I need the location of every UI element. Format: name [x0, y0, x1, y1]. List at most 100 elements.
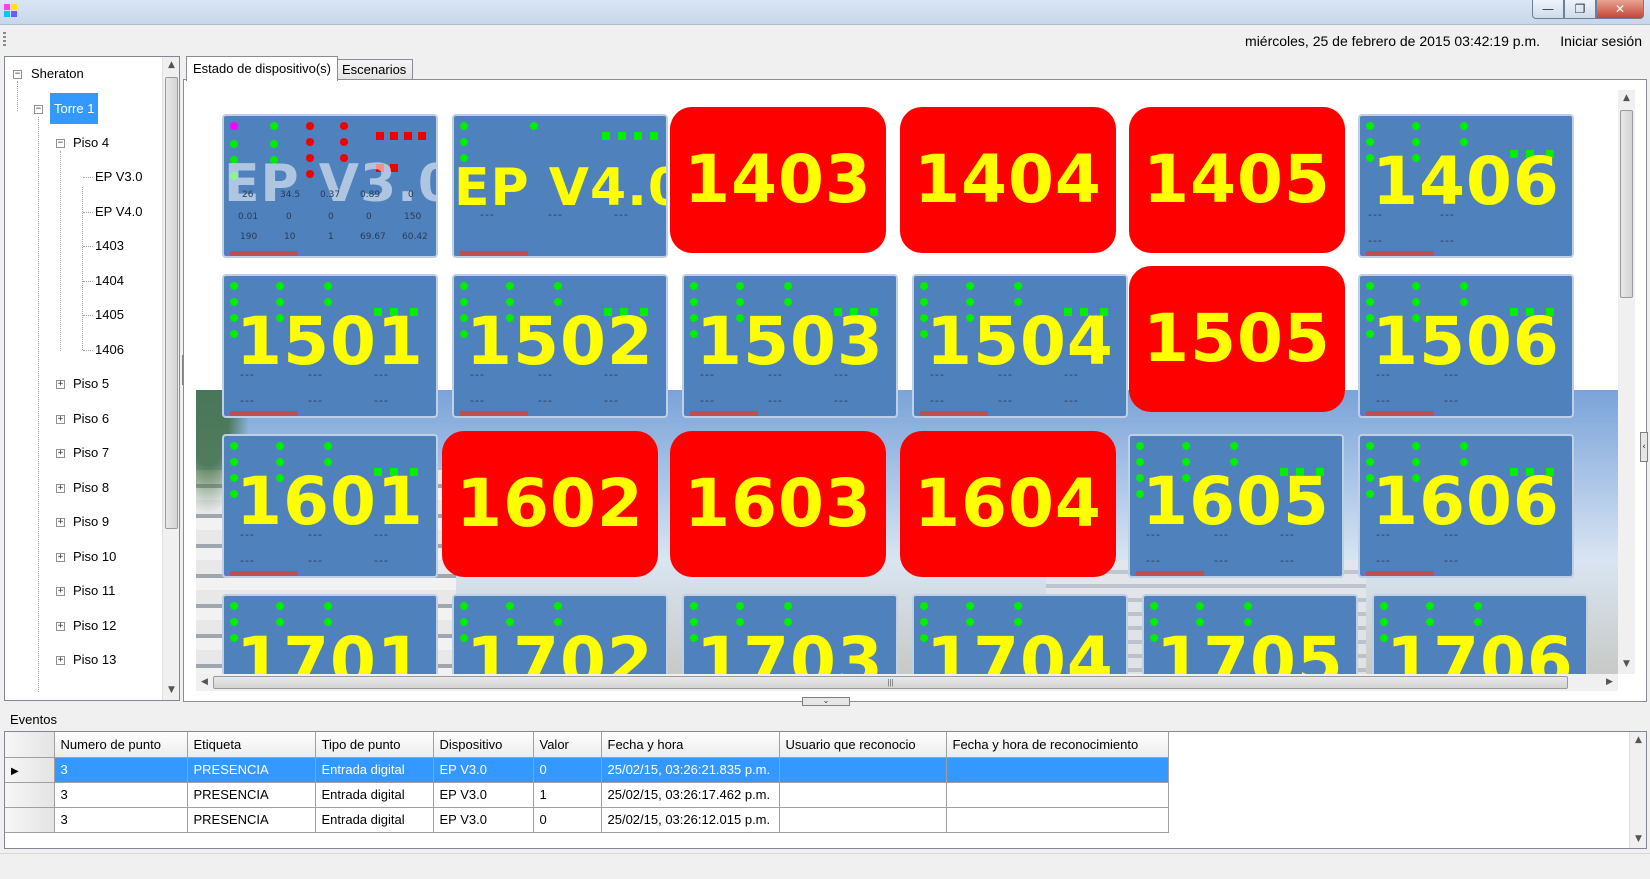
device-label: 1702	[466, 623, 654, 675]
collapse-icon[interactable]: −	[13, 70, 22, 79]
scroll-thumb[interactable]	[1620, 110, 1633, 298]
tree-node-1404[interactable]: 1404	[95, 273, 124, 288]
device-tile-1404-alarm[interactable]: 1404	[900, 107, 1116, 253]
tree-node-piso-10[interactable]: Piso 10	[73, 549, 116, 564]
collapse-icon[interactable]: −	[56, 139, 65, 148]
tree-node-piso-6[interactable]: Piso 6	[73, 411, 109, 426]
device-tile-1505-alarm[interactable]: 1505	[1129, 266, 1345, 412]
tab-device-status[interactable]: Estado de dispositivo(s)	[186, 56, 339, 81]
restore-button[interactable]: ❐	[1564, 0, 1596, 19]
expand-icon[interactable]: +	[56, 518, 65, 527]
device-tile-1506[interactable]: 1506 --- --- --- ---	[1358, 274, 1574, 418]
device-tile-1706[interactable]: 1706	[1372, 594, 1588, 674]
table-row[interactable]: ▶ 3 PRESENCIA Entrada digital EP V3.0 0 …	[5, 757, 1169, 783]
scroll-down-icon[interactable]: ▼	[1630, 831, 1646, 848]
tree-node-piso-12[interactable]: Piso 12	[73, 618, 116, 633]
events-grid[interactable]: Numero de punto Etiqueta Tipo de punto D…	[4, 731, 1647, 849]
row-selector-icon[interactable]: ▶	[5, 757, 55, 783]
close-button[interactable]: ✕	[1596, 0, 1644, 19]
row-header-corner	[5, 732, 55, 758]
tree-node-torre-1[interactable]: Torre 1	[50, 93, 99, 124]
device-tile-1601[interactable]: 1601 --- --- --- --- --- ---	[222, 434, 438, 578]
column-header-etiqueta[interactable]: Etiqueta	[187, 732, 316, 758]
device-tile-1605[interactable]: 1605 --- --- --- --- --- ---	[1128, 434, 1344, 578]
device-tile-ep-v40[interactable]: EP V4.0 --- --- ---	[452, 114, 668, 258]
scroll-thumb[interactable]	[165, 77, 178, 529]
canvas-vertical-scrollbar[interactable]: ▲ ▼	[1618, 90, 1635, 674]
device-tile-1504[interactable]: 1504 --- --- --- --- --- ---	[912, 274, 1128, 418]
column-header-numero[interactable]: Numero de punto	[54, 732, 188, 758]
expand-icon[interactable]: +	[56, 484, 65, 493]
tab-scenarios[interactable]: Escenarios	[335, 59, 414, 80]
tree-scrollbar[interactable]: ▲ ▼	[162, 57, 179, 700]
column-header-dispositivo[interactable]: Dispositivo	[433, 732, 534, 758]
device-tile-1606[interactable]: 1606 --- --- --- ---	[1358, 434, 1574, 578]
login-button[interactable]: Iniciar sesión	[1560, 33, 1642, 49]
scroll-up-icon[interactable]: ▲	[163, 57, 180, 74]
scroll-left-icon[interactable]: ◀	[196, 674, 213, 691]
scroll-down-icon[interactable]: ▼	[1618, 656, 1635, 673]
tree-node-piso-8[interactable]: Piso 8	[73, 480, 109, 495]
expand-icon[interactable]: +	[56, 656, 65, 665]
scroll-up-icon[interactable]: ▲	[1618, 90, 1635, 107]
collapse-icon[interactable]: −	[34, 105, 43, 114]
column-header-valor[interactable]: Valor	[533, 732, 602, 758]
device-tile-ep-v30[interactable]: EP V3.0 26 34.5 0.37 0.89 0 0.01 0 0 0 1…	[222, 114, 438, 258]
collapse-bottom-panel-icon[interactable]: ⌄	[802, 697, 850, 706]
scroll-up-icon[interactable]: ▲	[1630, 732, 1646, 749]
device-label: 1501	[236, 303, 424, 380]
site-tree[interactable]: − Sheraton − Torre 1 − Piso 4 EP V3.0 EP…	[4, 56, 180, 701]
column-header-fecha[interactable]: Fecha y hora	[601, 732, 780, 758]
device-label: 1406	[1372, 143, 1560, 220]
column-header-fecha-reconocimiento[interactable]: Fecha y hora de reconocimiento	[946, 732, 1169, 758]
device-tile-1701[interactable]: 1701	[222, 594, 438, 674]
device-tile-1702[interactable]: 1702	[452, 594, 668, 674]
column-header-usuario[interactable]: Usuario que reconocio	[779, 732, 947, 758]
expand-icon[interactable]: +	[56, 553, 65, 562]
tree-node-piso-13[interactable]: Piso 13	[73, 652, 116, 667]
device-tile-1604-alarm[interactable]: 1604	[900, 431, 1116, 577]
device-tile-1704[interactable]: 1704	[912, 594, 1128, 674]
expand-icon[interactable]: +	[56, 380, 65, 389]
device-tile-1602-alarm[interactable]: 1602	[442, 431, 658, 577]
tree-node-piso-11[interactable]: Piso 11	[73, 583, 115, 598]
device-label: 1503	[696, 303, 884, 380]
tree-node-ep-v30[interactable]: EP V3.0	[95, 169, 142, 184]
expand-icon[interactable]: +	[56, 415, 65, 424]
tree-node-sheraton[interactable]: Sheraton	[31, 66, 84, 81]
device-label: 1605	[1142, 463, 1330, 540]
device-tile-1503[interactable]: 1503 --- --- --- --- --- ---	[682, 274, 898, 418]
canvas-horizontal-scrollbar[interactable]: ◀ ||| ▶	[196, 674, 1618, 691]
tree-node-piso-7[interactable]: Piso 7	[73, 445, 109, 460]
minimize-button[interactable]: —	[1532, 0, 1564, 19]
tree-node-piso-4[interactable]: Piso 4	[73, 135, 109, 150]
device-tile-1603-alarm[interactable]: 1603	[670, 431, 886, 577]
tree-node-1405[interactable]: 1405	[95, 307, 124, 322]
scroll-right-icon[interactable]: ▶	[1601, 674, 1618, 691]
scroll-thumb[interactable]: |||	[213, 676, 1568, 689]
device-tile-1705[interactable]: 1705	[1142, 594, 1358, 674]
expand-icon[interactable]: +	[56, 622, 65, 631]
table-row[interactable]: 3 PRESENCIA Entrada digital EP V3.0 0 25…	[5, 807, 1169, 833]
device-tile-1403-alarm[interactable]: 1403	[670, 107, 886, 253]
device-canvas: EP V3.0 26 34.5 0.37 0.89 0 0.01 0 0 0 1…	[196, 90, 1618, 674]
column-header-tipo[interactable]: Tipo de punto	[315, 732, 434, 758]
collapse-right-panel-icon[interactable]: ‹	[1640, 432, 1648, 462]
device-tile-1405-alarm[interactable]: 1405	[1129, 107, 1345, 253]
device-tile-1501[interactable]: 1501 --- --- --- --- --- ---	[222, 274, 438, 418]
events-scrollbar[interactable]: ▲ ▼	[1629, 732, 1646, 848]
tree-node-piso-9[interactable]: Piso 9	[73, 514, 109, 529]
tree-node-ep-v40[interactable]: EP V4.0	[95, 204, 142, 219]
table-row[interactable]: 3 PRESENCIA Entrada digital EP V3.0 1 25…	[5, 782, 1169, 808]
tree-node-1403[interactable]: 1403	[95, 238, 124, 253]
device-label: 1704	[926, 623, 1114, 675]
expand-icon[interactable]: +	[56, 587, 65, 596]
app-icon	[4, 4, 20, 20]
tree-node-1406[interactable]: 1406	[95, 342, 124, 357]
scroll-down-icon[interactable]: ▼	[163, 682, 180, 699]
device-tile-1406[interactable]: 1406 --- --- --- ---	[1358, 114, 1574, 258]
tree-node-piso-5[interactable]: Piso 5	[73, 376, 109, 391]
device-tile-1703[interactable]: 1703	[682, 594, 898, 674]
device-tile-1502[interactable]: 1502 --- --- --- --- --- ---	[452, 274, 668, 418]
expand-icon[interactable]: +	[56, 449, 65, 458]
